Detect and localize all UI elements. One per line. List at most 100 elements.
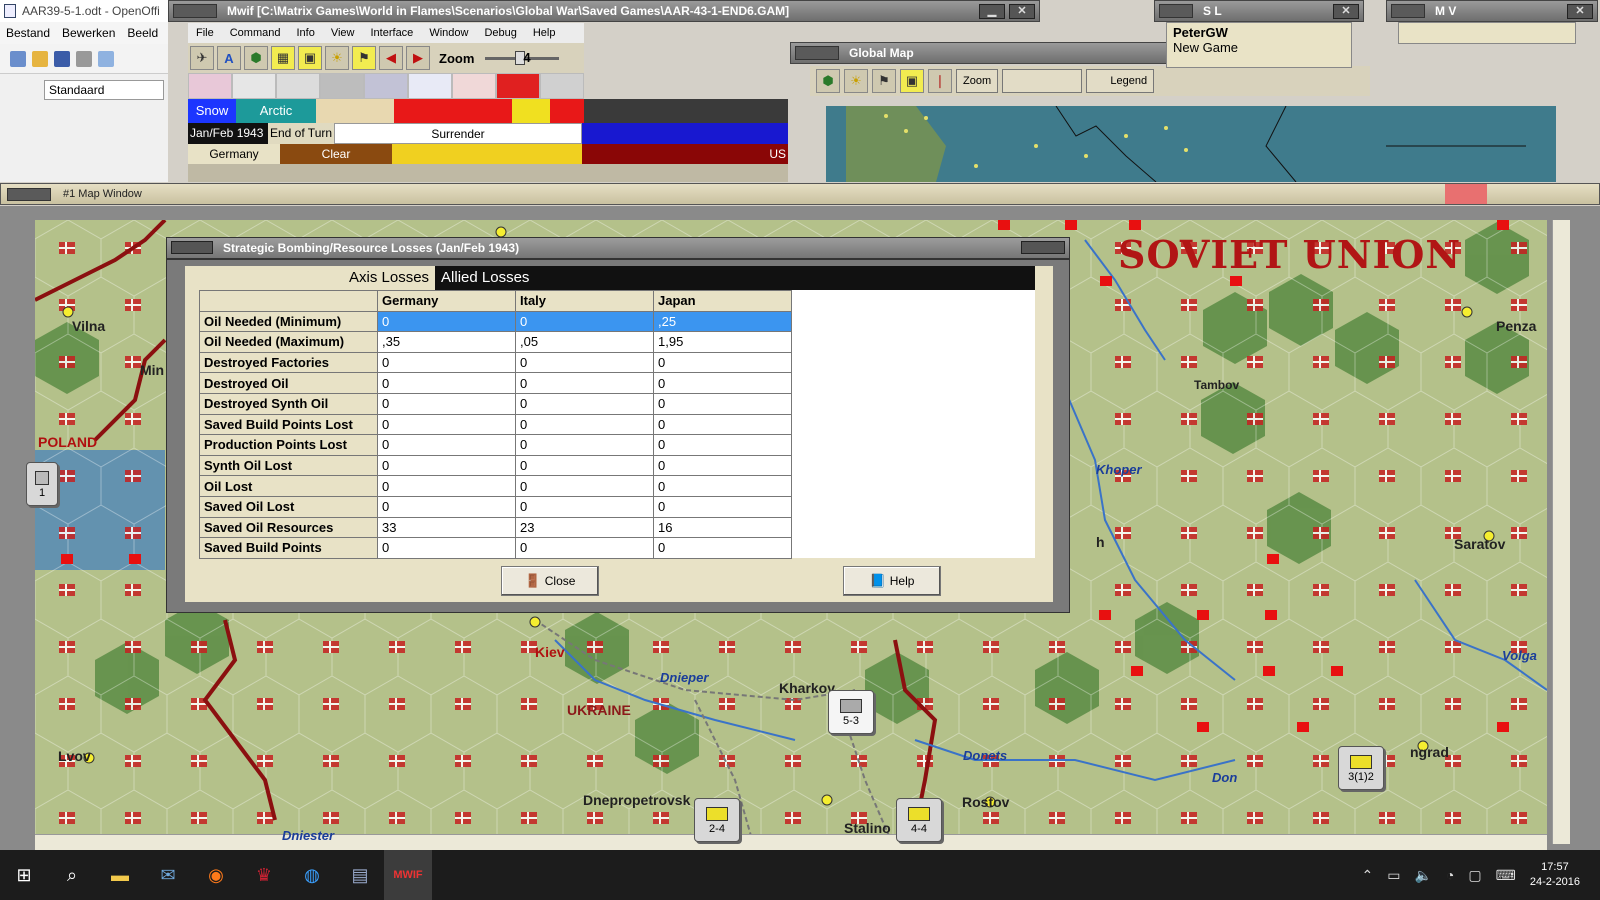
- thunderbird-icon[interactable]: ✉: [144, 850, 192, 900]
- global-map-view[interactable]: [826, 106, 1556, 182]
- system-menu-button[interactable]: [173, 4, 217, 18]
- clock[interactable]: 17:57 24-2-2016: [1530, 860, 1580, 890]
- menu-bestand[interactable]: Bestand: [6, 22, 50, 44]
- close-button[interactable]: 🚪 Close: [501, 566, 599, 596]
- flag-uk-icon[interactable]: [364, 73, 408, 99]
- table-cell[interactable]: ,25: [653, 310, 792, 333]
- table-cell[interactable]: 23: [515, 516, 654, 539]
- close-button[interactable]: ✕: [1333, 4, 1359, 19]
- global-map-zoom-button[interactable]: Zoom: [956, 69, 999, 93]
- table-cell[interactable]: 0: [653, 372, 792, 394]
- flag-france-icon[interactable]: [408, 73, 452, 99]
- flag-icon[interactable]: ⚑: [872, 69, 896, 93]
- table-cell[interactable]: 0: [515, 372, 654, 394]
- table-row[interactable]: Oil Needed (Minimum) 0 0 ,25: [199, 310, 792, 333]
- table-cell[interactable]: 0: [377, 454, 516, 477]
- table-cell[interactable]: 0: [377, 475, 516, 497]
- system-menu-button[interactable]: [7, 188, 51, 201]
- table-cell[interactable]: 0: [377, 310, 516, 333]
- search-icon[interactable]: ⌕: [48, 850, 96, 900]
- windows-start-icon[interactable]: ⊞: [0, 850, 48, 900]
- thermometer-icon[interactable]: ❘: [928, 69, 952, 93]
- table-cell[interactable]: 0: [653, 537, 792, 559]
- arrow-left-icon[interactable]: ◀: [379, 46, 403, 70]
- table-cell[interactable]: 0: [515, 434, 654, 456]
- table-cell[interactable]: 1,95: [653, 331, 792, 353]
- minimize-button[interactable]: ▁: [979, 4, 1005, 19]
- flag-icon[interactable]: ⚑: [352, 46, 376, 70]
- table-cell[interactable]: 0: [515, 310, 654, 333]
- column-header[interactable]: Germany: [377, 290, 516, 312]
- table-cell[interactable]: 0: [377, 372, 516, 394]
- flag-icon[interactable]: [188, 73, 232, 99]
- email-icon[interactable]: [76, 50, 92, 67]
- menu-window[interactable]: Window: [421, 27, 476, 39]
- arrow-right-icon[interactable]: ▶: [406, 46, 430, 70]
- unit-icon[interactable]: ▣: [298, 46, 322, 70]
- menu-command[interactable]: Command: [222, 27, 289, 39]
- table-cell[interactable]: 16: [653, 516, 792, 539]
- menu-bewerken[interactable]: Bewerken: [62, 22, 115, 44]
- close-button[interactable]: ✕: [1567, 4, 1593, 19]
- table-row[interactable]: Oil Needed (Maximum) ,35 ,05 1,95: [199, 331, 792, 353]
- unit-counter[interactable]: 1: [26, 462, 58, 506]
- new-icon[interactable]: [10, 50, 26, 67]
- table-cell[interactable]: 33: [377, 516, 516, 539]
- system-menu-button[interactable]: [795, 46, 839, 60]
- table-cell[interactable]: 0: [377, 392, 516, 415]
- network-icon[interactable]: ◔: [1446, 867, 1454, 883]
- target-icon[interactable]: [540, 73, 584, 99]
- table-cell[interactable]: ,05: [515, 331, 654, 353]
- volume-icon[interactable]: 🔈: [1414, 867, 1431, 884]
- table-cell[interactable]: 0: [515, 413, 654, 436]
- menu-view[interactable]: View: [323, 27, 363, 39]
- flag-icon[interactable]: [232, 73, 276, 99]
- table-cell[interactable]: 0: [515, 351, 654, 374]
- menu-info[interactable]: Info: [288, 27, 322, 39]
- legend-button[interactable]: Legend: [1086, 69, 1155, 93]
- sun-icon[interactable]: ☀: [325, 46, 349, 70]
- menu-file[interactable]: File: [188, 27, 222, 39]
- table-row[interactable]: Saved Oil Resources 33 23 16: [199, 516, 792, 539]
- paragraph-style-select[interactable]: Standaard: [44, 80, 164, 100]
- flag-icon[interactable]: [320, 73, 364, 99]
- chevron-up-icon[interactable]: ⌃: [1362, 867, 1374, 884]
- battery-icon[interactable]: ▭: [1387, 867, 1400, 884]
- mwif-icon[interactable]: MWIF: [384, 850, 432, 900]
- table-cell[interactable]: ,35: [377, 331, 516, 353]
- save-icon[interactable]: [54, 50, 70, 67]
- table-cell[interactable]: 0: [515, 392, 654, 415]
- table-cell[interactable]: 0: [377, 537, 516, 559]
- menu-help[interactable]: Help: [525, 27, 564, 39]
- flag-japan-icon[interactable]: [276, 73, 320, 99]
- table-cell[interactable]: 0: [515, 537, 654, 559]
- table-cell[interactable]: 0: [653, 351, 792, 374]
- table-cell[interactable]: 0: [653, 495, 792, 518]
- table-cell[interactable]: 0: [377, 495, 516, 518]
- unit-counter[interactable]: 3(1)2: [1338, 746, 1384, 790]
- unit-counter[interactable]: 5-3: [828, 690, 874, 734]
- map-horizontal-scrollbar[interactable]: [35, 834, 1547, 850]
- unit-counter[interactable]: 4-4: [896, 798, 942, 842]
- table-row[interactable]: Oil Lost 0 0 0: [199, 475, 792, 497]
- table-cell[interactable]: 0: [377, 413, 516, 436]
- table-row[interactable]: Destroyed Oil 0 0 0: [199, 372, 792, 394]
- unit-counter[interactable]: 2-4: [694, 798, 740, 842]
- writer-icon[interactable]: ▤: [336, 850, 384, 900]
- tab-allied-losses[interactable]: Allied Losses: [435, 266, 535, 290]
- browser-icon[interactable]: ◍: [288, 850, 336, 900]
- table-row[interactable]: Saved Oil Lost 0 0 0: [199, 495, 792, 518]
- table-cell[interactable]: 0: [653, 413, 792, 436]
- hex-icon[interactable]: ⬢: [244, 46, 268, 70]
- map-vertical-scrollbar[interactable]: [1552, 220, 1570, 844]
- table-cell[interactable]: 0: [653, 475, 792, 497]
- flag-china-icon[interactable]: [496, 73, 540, 99]
- close-button[interactable]: ✕: [1009, 4, 1035, 19]
- table-row[interactable]: Destroyed Factories 0 0 0: [199, 351, 792, 374]
- zoom-slider[interactable]: 4: [485, 50, 560, 65]
- table-cell[interactable]: 0: [653, 434, 792, 456]
- hex-icon[interactable]: ⬢: [816, 69, 840, 93]
- help-button[interactable]: 📘 Help: [843, 566, 941, 596]
- table-cell[interactable]: 0: [377, 351, 516, 374]
- tab-axis-losses[interactable]: Axis Losses: [343, 266, 436, 290]
